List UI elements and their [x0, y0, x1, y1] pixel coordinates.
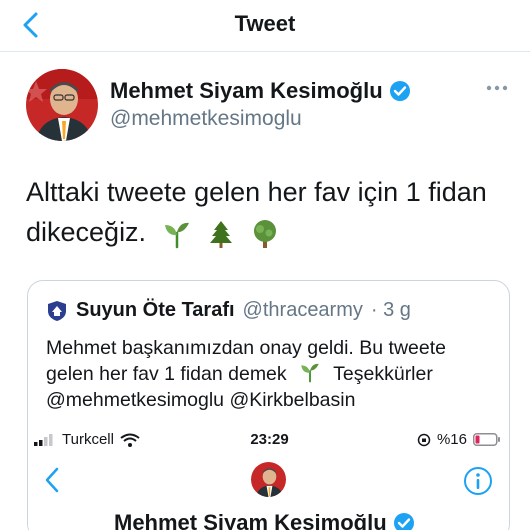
- seedling-emoji: [164, 222, 189, 249]
- quoted-line-1: Mehmet başkanımızdan onay geldi. Bu twee…: [46, 337, 446, 359]
- author-handle[interactable]: @mehmetkesimoglu: [110, 107, 302, 131]
- quoted-tweet-header: Suyun Öte Tarafı @thracearmy · 3 g: [46, 299, 411, 322]
- tweet-line-2-text: dikeceğiz.: [26, 217, 147, 247]
- quoted-line-3: @mehmetkesimoglu @Kirkbelbasin: [46, 389, 356, 411]
- tweet-line-2: dikeceğiz.: [26, 212, 506, 252]
- chevron-left-icon: [45, 467, 59, 493]
- quoted-author-handle: @thracearmy: [242, 299, 363, 321]
- verified-badge-icon: [393, 513, 414, 530]
- info-icon: [464, 467, 492, 495]
- battery-percent: %16: [436, 431, 467, 448]
- tweet-line-1: Alttaki tweete gelen her fav için 1 fida…: [26, 177, 487, 207]
- deciduous-tree-emoji: [253, 219, 276, 248]
- verified-badge-icon: [389, 81, 410, 101]
- embedded-screenshot: Turkcell 23:29 %16 Mehmet Siyam Kesimoğl…: [28, 428, 509, 530]
- battery-icon: [473, 433, 500, 446]
- seedling-emoji: [301, 363, 319, 383]
- tweet-text: Alttaki tweete gelen her fav için 1 fida…: [26, 172, 506, 252]
- shield-logo-icon: [48, 300, 66, 321]
- author-name[interactable]: Mehmet Siyam Kesimoğlu: [110, 78, 411, 104]
- quoted-tweet-text: Mehmet başkanımızdan onay geldi. Bu twee…: [46, 335, 496, 413]
- more-horizontal-icon[interactable]: [486, 84, 508, 92]
- quoted-line-2-tail: Teşekkürler: [333, 363, 433, 385]
- quoted-line-2: gelen her fav 1 fidan demek Teşekkürler: [46, 361, 496, 387]
- avatar: [251, 462, 286, 497]
- page-title: Tweet: [234, 11, 296, 36]
- evergreen-tree-emoji: [209, 220, 232, 248]
- quoted-tweet-time: · 3 g: [370, 299, 411, 321]
- author-name-text: Mehmet Siyam Kesimoğlu: [114, 510, 387, 530]
- author-name: Mehmet Siyam Kesimoğlu: [114, 510, 415, 530]
- orientation-lock-icon: [417, 433, 431, 446]
- quoted-tweet[interactable]: Suyun Öte Tarafı @thracearmy · 3 g Mehme…: [27, 280, 510, 530]
- quoted-line-2-text: gelen her fav 1 fidan demek: [46, 363, 287, 385]
- top-bar: Tweet: [0, 0, 530, 52]
- author-name-text: Mehmet Siyam Kesimoğlu: [110, 78, 383, 103]
- status-bar: Turkcell 23:29 %16: [28, 428, 509, 452]
- quoted-author-name: Suyun Öte Tarafı: [76, 299, 235, 321]
- avatar[interactable]: [26, 69, 98, 141]
